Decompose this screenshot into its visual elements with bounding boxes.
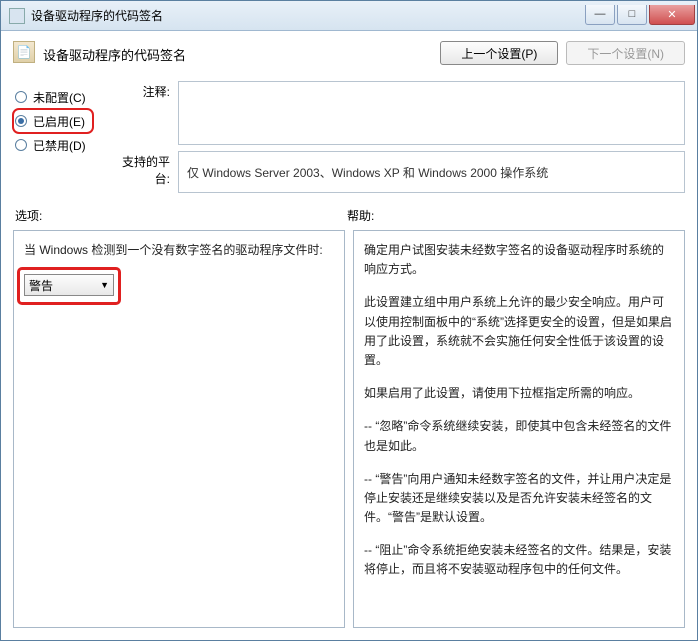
radio-icon	[15, 115, 27, 127]
help-text: -- “忽略”命令系统继续安装，即使其中包含未经签名的文件也是如此。	[364, 417, 674, 455]
radio-icon	[15, 139, 27, 151]
options-panel: 当 Windows 检测到一个没有数字签名的驱动程序文件时: 警告 ▼	[13, 230, 345, 628]
platform-value: 仅 Windows Server 2003、Windows XP 和 Windo…	[187, 164, 548, 181]
help-text: -- “阻止”命令系统拒绝安装未经签名的文件。结果是，安装将停止，而且将不安装驱…	[364, 541, 674, 579]
nav-buttons: 上一个设置(P) 下一个设置(N)	[440, 41, 685, 65]
radio-enabled[interactable]: 已启用(E)	[13, 109, 93, 133]
radio-label: 未配置(C)	[33, 89, 86, 106]
chevron-down-icon: ▼	[100, 280, 109, 290]
help-label: 帮助:	[347, 207, 374, 224]
state-radio-group: 未配置(C) 已启用(E) 已禁用(D)	[13, 81, 108, 193]
fields-column: 注释: 支持的平台: 仅 Windows Server 2003、Windows…	[108, 81, 685, 193]
mid-section: 未配置(C) 已启用(E) 已禁用(D) 注释:	[13, 81, 685, 193]
comment-label: 注释:	[108, 81, 178, 100]
comment-row: 注释:	[108, 81, 685, 145]
radio-label: 已启用(E)	[33, 113, 85, 130]
radio-not-configured[interactable]: 未配置(C)	[13, 85, 108, 109]
help-text: 此设置建立组中用户系统上允许的最少安全响应。用户可以使用控制面板中的“系统”选择…	[364, 293, 674, 370]
options-prompt: 当 Windows 检测到一个没有数字签名的驱动程序文件时:	[24, 241, 334, 260]
action-combobox[interactable]: 警告 ▼	[24, 274, 114, 296]
options-label: 选项:	[13, 207, 347, 224]
window-title: 设备驱动程序的代码签名	[31, 7, 583, 24]
comment-textarea[interactable]	[178, 81, 685, 145]
radio-label: 已禁用(D)	[33, 137, 86, 154]
window-icon	[9, 8, 25, 24]
maximize-button[interactable]: □	[617, 5, 647, 25]
help-text: 如果启用了此设置，请使用下拉框指定所需的响应。	[364, 384, 674, 403]
window-controls: — □ ✕	[583, 5, 695, 27]
platform-row: 支持的平台: 仅 Windows Server 2003、Windows XP …	[108, 151, 685, 193]
section-labels: 选项: 帮助:	[13, 207, 685, 224]
help-panel: 确定用户试图安装未经数字签名的设备驱动程序时系统的响应方式。 此设置建立组中用户…	[353, 230, 685, 628]
split-panels: 当 Windows 检测到一个没有数字签名的驱动程序文件时: 警告 ▼ 确定用户…	[13, 230, 685, 628]
titlebar: 设备驱动程序的代码签名 — □ ✕	[1, 1, 697, 31]
content-area: 📄 设备驱动程序的代码签名 上一个设置(P) 下一个设置(N) 未配置(C) 已…	[1, 31, 697, 640]
next-setting-button: 下一个设置(N)	[566, 41, 685, 65]
policy-icon: 📄	[13, 41, 35, 63]
combo-value: 警告	[29, 277, 100, 294]
radio-disabled[interactable]: 已禁用(D)	[13, 133, 108, 157]
policy-title: 设备驱动程序的代码签名	[43, 41, 440, 64]
close-button[interactable]: ✕	[649, 5, 695, 25]
radio-icon	[15, 91, 27, 103]
prev-setting-button[interactable]: 上一个设置(P)	[440, 41, 558, 65]
platform-label: 支持的平台:	[108, 151, 178, 187]
help-text: -- “警告”向用户通知未经数字签名的文件，并让用户决定是停止安装还是继续安装以…	[364, 470, 674, 528]
platform-box: 仅 Windows Server 2003、Windows XP 和 Windo…	[178, 151, 685, 193]
header-row: 📄 设备驱动程序的代码签名 上一个设置(P) 下一个设置(N)	[13, 41, 685, 65]
dialog-window: 设备驱动程序的代码签名 — □ ✕ 📄 设备驱动程序的代码签名 上一个设置(P)…	[0, 0, 698, 641]
combo-wrap: 警告 ▼	[24, 274, 118, 296]
help-text: 确定用户试图安装未经数字签名的设备驱动程序时系统的响应方式。	[364, 241, 674, 279]
minimize-button[interactable]: —	[585, 5, 615, 25]
